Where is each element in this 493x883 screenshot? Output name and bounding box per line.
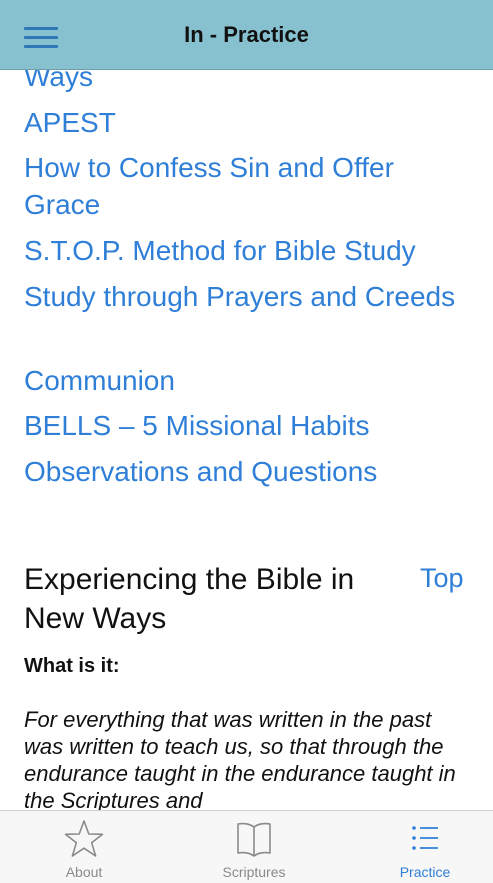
app-screen: In - Practice Ways APEST How to Confess …: [0, 0, 493, 883]
toc-link-communion[interactable]: Communion: [24, 362, 464, 399]
tab-scriptures-label: Scriptures: [222, 864, 286, 880]
toc-link-bells[interactable]: BELLS – 5 Missional Habits: [24, 407, 464, 444]
toc-link-prayers-creeds[interactable]: Study through Prayers and Creeds: [24, 278, 464, 315]
page-title: In - Practice: [184, 22, 309, 47]
book-icon: [237, 822, 271, 857]
top-link[interactable]: Top: [420, 563, 464, 594]
top-bar: In - Practice: [0, 0, 493, 70]
content-scroll-area[interactable]: Ways APEST How to Confess Sin and Offer …: [0, 70, 493, 810]
tab-about-label: About: [65, 864, 103, 880]
section-heading: Experiencing the Bible in New Ways: [24, 563, 355, 635]
toc-link-confess-sin[interactable]: How to Confess Sin and Offer Grace: [24, 149, 464, 223]
toc-link-observations[interactable]: Observations and Questions: [24, 453, 464, 490]
toc-link-ways[interactable]: Ways: [24, 70, 464, 95]
tab-practice[interactable]: Practice: [343, 811, 493, 883]
scripture-quote: For everything that was written in the p…: [24, 707, 456, 810]
tab-scriptures[interactable]: Scriptures: [172, 811, 336, 883]
list-icon: [412, 826, 438, 850]
toc-link-apest[interactable]: APEST: [24, 104, 464, 141]
bottom-tab-bar: About Scriptures Practice: [0, 810, 493, 883]
star-icon: [64, 820, 104, 857]
toc-link-stop-method[interactable]: S.T.O.P. Method for Bible Study: [24, 232, 464, 269]
tab-practice-label: Practice: [399, 864, 451, 880]
tab-about[interactable]: About: [2, 811, 166, 883]
what-is-it-label: What is it:: [24, 655, 120, 677]
